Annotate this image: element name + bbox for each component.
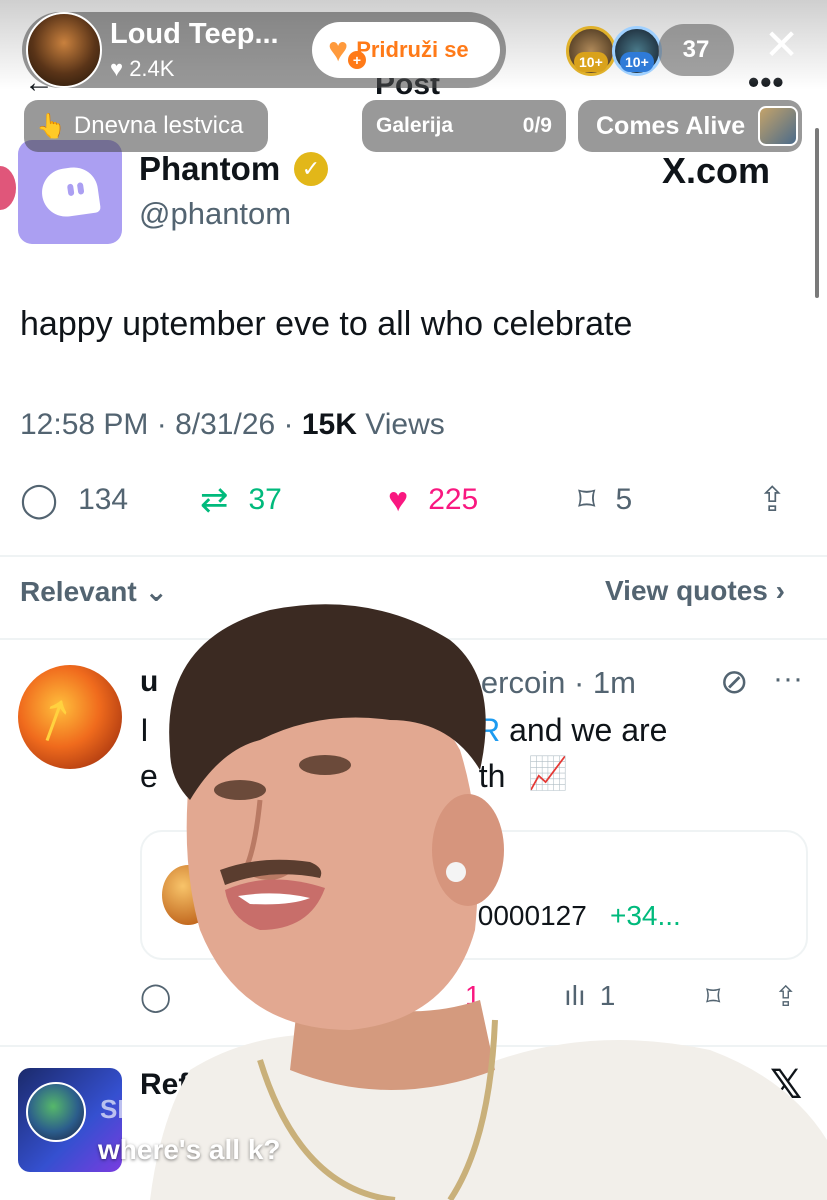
join-label: Pridruži se [356,37,469,62]
heart-icon: ♥ [110,56,124,81]
chevron-right-icon: › [775,575,785,606]
token-card[interactable] [140,830,808,960]
host-name[interactable]: Loud Teep... [110,18,279,51]
token-price: .0000127 [470,900,587,931]
reply-text-line1: I MBER and we are [140,712,667,749]
notification-dot [0,166,16,210]
repost-button[interactable]: ⇄ 37 [200,478,282,522]
site-label: X.com [662,150,771,191]
hand-icon: 👆 [36,112,66,140]
viewer-rank-badge: 10+ [620,52,654,72]
reply-count: 134 [78,483,129,516]
reply-text-line2-end: th [478,758,506,794]
comment-text: where's all k? [98,1134,281,1165]
chevron-down-icon: ⌄ [144,576,168,607]
views-bar-chart-icon: ılı [564,980,586,1011]
reply-handle-time[interactable]: tembercoin · 1m [412,665,636,701]
bookmark-count: 5 [615,483,633,516]
bookmark-button[interactable]: ⌑ 5 [578,478,632,522]
view-quotes-link[interactable]: View quotes › [605,575,785,607]
host-likes-count: 2.4K [129,56,175,81]
repost-icon: ⇄ [200,481,229,519]
post-time: 12:58 PM [20,408,149,441]
x-post-screen: ← Post ••• Phantom ✓ @phantom X.com happ… [0,0,827,1200]
reply-text-suffix: and we are [500,712,668,748]
divider [0,555,827,557]
commenter-name[interactable]: SKI Z [100,1094,166,1125]
verified-badge-icon: ✓ [294,152,328,186]
reply-text-line2-start: e [140,758,158,794]
share-button[interactable]: ⇪ [758,478,807,522]
author-avatar[interactable] [18,140,122,244]
reply-like-button[interactable]: 1 [465,980,481,1012]
divider [0,1045,827,1047]
post-date: 8/31/26 [175,408,276,441]
author-name[interactable]: Phantom [139,150,280,188]
heart-icon: ♥ [388,481,409,519]
reply-icon: ◯ [20,481,59,519]
reply-cashtag-link[interactable]: MBER [408,712,500,748]
post-views-count: 15K [301,408,357,441]
post-text: happy uptember eve to all who celebrate [20,305,633,343]
grok-icon[interactable]: ⊘ [720,662,749,702]
join-button[interactable]: ♥ + Pridruži se [312,22,500,78]
comes-alive-label: Comes Alive [596,111,746,140]
reply-icon: ◯ [140,981,172,1012]
gallery-chip[interactable]: Galerija 0/9 [362,100,566,152]
commenter-avatar[interactable] [26,1082,86,1142]
heart-plus-icon: ♥ + [328,33,366,69]
sort-label: Relevant [20,576,137,607]
token-price-change: +34... [610,900,681,931]
divider [0,638,827,640]
token-icon [162,865,214,925]
share-icon: ⇪ [774,981,798,1012]
reply-views-button[interactable]: ılı 1 [564,980,615,1012]
x-logo-icon: 𝕏 [770,1063,803,1107]
repost-count: 37 [248,483,282,516]
daily-ranking-label: Dnevna lestvica [73,112,244,139]
host-likes: ♥ 2.4K [110,56,174,82]
host-avatar[interactable] [26,12,102,88]
reply-share-button[interactable]: ⇪ [774,980,797,1013]
reply-reply-button[interactable]: ◯ [140,980,185,1013]
reply-avatar[interactable]: ↑ [18,665,122,769]
up-arrow-icon: ↑ [25,672,87,760]
view-quotes-label: View quotes [605,575,768,606]
sort-dropdown[interactable]: Relevant ⌄ [20,575,168,608]
reply-author-name[interactable]: u [140,665,158,699]
reply-like-count: 1 [465,980,481,1011]
gallery-count: 0/9 [522,114,552,137]
reply-button[interactable]: ◯ 134 [20,478,128,522]
reply-views-count: 1 [599,980,616,1011]
author-handle[interactable]: @phantom [139,196,291,232]
comes-alive-thumbnail [758,106,798,146]
phantom-ghost-icon [38,164,102,220]
reply-more-icon[interactable]: ··· [773,662,803,696]
scrollbar[interactable] [815,128,819,298]
like-button[interactable]: ♥ 225 [388,478,478,522]
like-count: 225 [428,483,479,516]
gallery-label: Galerija [376,114,454,137]
post-meta: 12:58 PM · 8/31/26 · 15K Views [20,408,445,441]
bookmark-icon: ⌑ [706,981,721,1012]
post-views-label: Views [365,408,445,441]
viewer-rank-badge: 10+ [574,52,608,72]
reply-text-prefix: I [140,712,149,748]
share-icon: ⇪ [758,481,787,519]
chart-up-icon: 📈 [528,755,568,791]
reply-text-line2: e th [140,758,505,795]
bookmark-icon: ⌑ [578,481,596,519]
close-icon[interactable]: ✕ [764,24,799,66]
viewer-count[interactable]: 37 [658,24,734,76]
daily-ranking-chip[interactable]: 👆 Dnevna lestvica [24,100,268,152]
reply-bookmark-button[interactable]: ⌑ [706,980,720,1013]
